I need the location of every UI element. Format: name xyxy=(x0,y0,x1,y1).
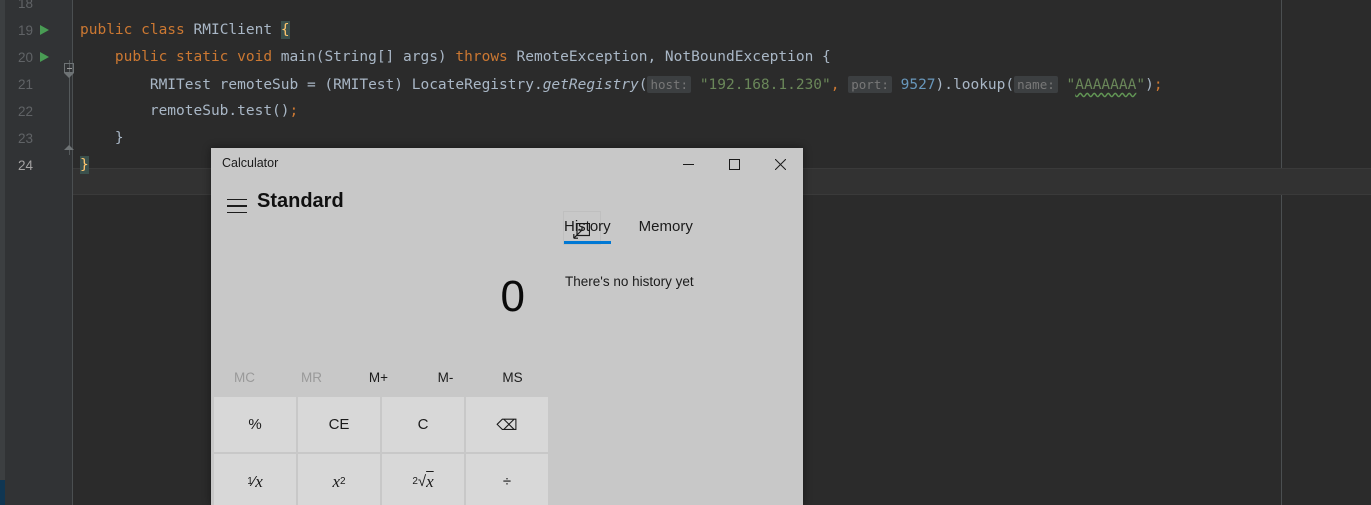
code-text: public static void main(String[] args) t… xyxy=(80,44,831,71)
code-token: "192.168.1.230" xyxy=(691,77,831,93)
code-token: } xyxy=(80,156,89,174)
close-button[interactable] xyxy=(757,148,803,180)
calculator-mode-title: Standard xyxy=(257,190,344,212)
history-empty-message: There's no history yet xyxy=(565,274,694,289)
code-token: ).lookup( xyxy=(935,77,1015,93)
code-line[interactable]: 21 RMITest remoteSub = (RMITest) LocateR… xyxy=(0,71,1371,98)
line-number: 19 xyxy=(17,23,33,38)
run-arrow-icon[interactable] xyxy=(40,52,49,62)
square-key[interactable]: x2 xyxy=(298,454,380,505)
hamburger-menu-icon[interactable] xyxy=(224,194,250,218)
reciprocal-key[interactable]: 1 ⁄ x xyxy=(214,454,296,505)
code-token: { xyxy=(280,21,290,39)
code-token: " xyxy=(1136,77,1146,93)
code-token: RMITest remoteSub = (RMITest) LocateRegi… xyxy=(80,77,543,93)
memory-mc-button: MC xyxy=(234,369,255,385)
code-token: ) xyxy=(1145,77,1154,93)
code-token: AAAAAAA xyxy=(1075,77,1137,93)
maximize-button[interactable] xyxy=(711,148,757,180)
minimize-icon xyxy=(682,163,694,165)
square-root-key[interactable]: 2 √ x xyxy=(382,454,464,505)
code-token: public class xyxy=(80,22,194,38)
calculator-display-area: 0 xyxy=(211,232,546,357)
line-number: 21 xyxy=(17,77,33,92)
minimize-button[interactable] xyxy=(665,148,711,180)
hamburger-bar xyxy=(227,211,247,214)
memory-buttons-row: MC MR M+ M- MS xyxy=(211,357,546,397)
memory-mminus-button[interactable]: M- xyxy=(412,357,479,397)
divide-key[interactable]: ÷ xyxy=(466,454,548,505)
window-title: Calculator xyxy=(222,156,279,170)
backspace-key[interactable]: ⌫ xyxy=(466,397,548,452)
code-text: remoteSub.test(); xyxy=(80,98,298,125)
code-line[interactable]: 19 public class RMIClient { xyxy=(0,17,1371,44)
code-token: RemoteException, NotBoundException { xyxy=(516,49,831,65)
code-token: public static void xyxy=(80,49,281,65)
memory-mr-button: MR xyxy=(301,369,322,385)
percent-key[interactable]: % xyxy=(214,397,296,452)
code-text: public class RMIClient { xyxy=(80,17,290,44)
code-token: remoteSub.test() xyxy=(80,103,290,119)
code-line[interactable]: 20 public static void main(String[] args… xyxy=(0,44,1371,71)
line-number: 23 xyxy=(17,131,33,146)
calculator-header: Standard History Memory xyxy=(211,180,803,245)
calculator-keypad: %CEC⌫1⁄xx22√x÷789× xyxy=(214,397,548,505)
code-token: } xyxy=(80,130,124,146)
history-panel: There's no history yet xyxy=(546,232,803,505)
code-token: RMIClient xyxy=(193,22,281,38)
code-token: host: xyxy=(647,76,692,93)
code-token: " xyxy=(1057,77,1076,93)
code-token: ; xyxy=(289,103,299,119)
maximize-icon xyxy=(728,158,740,170)
clear-entry-key[interactable]: CE xyxy=(298,397,380,452)
close-icon xyxy=(774,158,786,170)
display-value: 0 xyxy=(500,272,526,321)
line-number: 24 xyxy=(17,158,33,173)
window-controls xyxy=(665,148,803,180)
code-token: main xyxy=(280,49,316,65)
code-token: throws xyxy=(455,49,517,65)
code-token: 9527 xyxy=(891,77,936,93)
code-token: getRegistry xyxy=(542,77,639,93)
line-number: 18 xyxy=(17,0,33,11)
calculator-body: 0 There's no history yet MC MR M+ M- MS % CE C… xyxy=(211,232,803,505)
calculator-window[interactable]: Calculator Standard History Memory 0 The… xyxy=(211,148,803,505)
code-text: RMITest remoteSub = (RMITest) LocateRegi… xyxy=(80,71,1163,99)
hamburger-bar xyxy=(227,198,247,201)
calculator-titlebar[interactable]: Calculator xyxy=(211,148,803,180)
line-number: 20 xyxy=(17,50,33,65)
memory-ms-button[interactable]: MS xyxy=(479,357,546,397)
run-arrow-icon[interactable] xyxy=(40,25,49,35)
code-token: name: xyxy=(1014,76,1058,93)
line-number: 22 xyxy=(17,104,33,119)
memory-mplus-button[interactable]: M+ xyxy=(345,357,412,397)
code-token: ; xyxy=(1153,77,1163,93)
code-text: } xyxy=(80,152,89,179)
code-line[interactable]: 22 remoteSub.test(); xyxy=(0,98,1371,125)
code-text: } xyxy=(80,125,124,152)
code-token: (String[] args) xyxy=(315,49,456,65)
code-token: , xyxy=(830,77,849,93)
code-token: port: xyxy=(848,76,892,93)
clear-key[interactable]: C xyxy=(382,397,464,452)
hamburger-bar xyxy=(227,205,247,207)
code-line[interactable]: 18 xyxy=(0,0,1371,17)
